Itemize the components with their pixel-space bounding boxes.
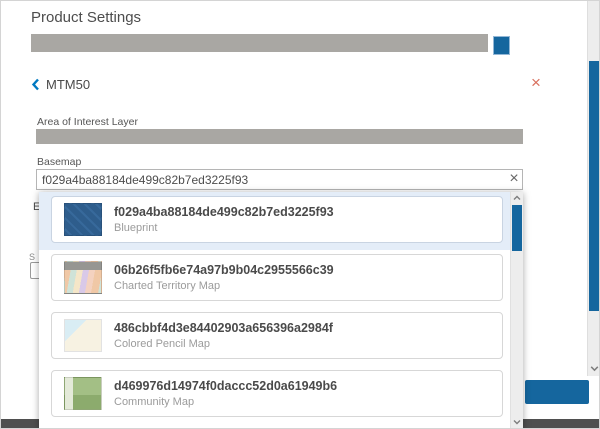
basemap-name: Colored Pencil Map bbox=[114, 338, 333, 350]
basemap-label: Basemap bbox=[37, 156, 81, 168]
basemap-thumbnail bbox=[64, 319, 102, 352]
chevron-down-icon[interactable] bbox=[589, 363, 600, 374]
occluded-label-fragment: S bbox=[29, 252, 35, 262]
chevron-up-icon[interactable] bbox=[512, 193, 522, 203]
product-name-label: MTM50 bbox=[46, 77, 90, 92]
basemap-option[interactable]: 06b26f5fb6e74a97b9b04c2955566c39 Charted… bbox=[51, 254, 503, 301]
aoi-layer-label: Area of Interest Layer bbox=[37, 116, 138, 128]
basemap-id: 486cbbf4d3e84402903a656396a2984f bbox=[114, 321, 333, 335]
window-scrollbar[interactable] bbox=[587, 1, 600, 376]
basemap-thumbnail bbox=[64, 377, 102, 410]
basemap-id: 06b26f5fb6e74a97b9b04c2955566c39 bbox=[114, 263, 334, 277]
basemap-option[interactable]: f029a4ba88184de499c82b7ed3225f93 Bluepri… bbox=[51, 196, 503, 243]
page-title: Product Settings bbox=[31, 9, 141, 26]
primary-action-button[interactable] bbox=[525, 380, 589, 404]
basemap-option-row: d469976d14974f0daccc52d0a61949b6 Communi… bbox=[39, 366, 523, 424]
dropdown-scrollbar[interactable] bbox=[510, 192, 523, 429]
basemap-id: f029a4ba88184de499c82b7ed3225f93 bbox=[114, 205, 334, 219]
redacted-header-bar bbox=[31, 34, 488, 52]
basemap-name: Blueprint bbox=[114, 222, 334, 234]
basemap-input[interactable] bbox=[36, 169, 523, 190]
chevron-left-icon bbox=[31, 78, 40, 91]
aoi-layer-value-redacted[interactable] bbox=[36, 129, 523, 144]
back-navigation[interactable]: MTM50 bbox=[31, 77, 90, 92]
basemap-thumbnail bbox=[64, 203, 102, 236]
chevron-down-icon[interactable] bbox=[512, 417, 522, 427]
basemap-option-row: f029a4ba88184de499c82b7ed3225f93 Bluepri… bbox=[39, 192, 523, 250]
close-icon[interactable]: × bbox=[531, 74, 541, 91]
basemap-name: Community Map bbox=[114, 396, 337, 408]
basemap-thumbnail bbox=[64, 261, 102, 294]
basemap-option-row: 06b26f5fb6e74a97b9b04c2955566c39 Charted… bbox=[39, 250, 523, 308]
product-settings-dialog: Product Settings MTM50 × Area of Interes… bbox=[0, 0, 600, 429]
basemap-id: d469976d14974f0daccc52d0a61949b6 bbox=[114, 379, 337, 393]
basemap-name: Charted Territory Map bbox=[114, 280, 334, 292]
basemap-dropdown: f029a4ba88184de499c82b7ed3225f93 Bluepri… bbox=[39, 192, 523, 429]
basemap-option-row bbox=[39, 424, 523, 429]
clear-icon[interactable]: × bbox=[505, 170, 523, 188]
dropdown-scrollbar-thumb[interactable] bbox=[512, 205, 522, 251]
basemap-option[interactable]: d469976d14974f0daccc52d0a61949b6 Communi… bbox=[51, 370, 503, 417]
basemap-dropdown-list: f029a4ba88184de499c82b7ed3225f93 Bluepri… bbox=[39, 192, 523, 429]
window-scrollbar-thumb[interactable] bbox=[589, 61, 600, 311]
basemap-option-row: 486cbbf4d3e84402903a656396a2984f Colored… bbox=[39, 308, 523, 366]
basemap-option[interactable]: 486cbbf4d3e84402903a656396a2984f Colored… bbox=[51, 312, 503, 359]
header-action-square[interactable] bbox=[493, 36, 510, 55]
